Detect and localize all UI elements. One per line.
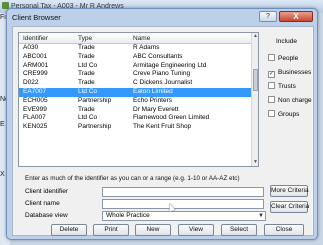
checkbox-label: Trusts xyxy=(278,83,296,90)
database-view-select[interactable]: Whole Practice ▼ xyxy=(102,211,266,221)
row-name: The Kent Fruit Shop xyxy=(133,123,192,131)
checkbox-non-charge[interactable]: Non charge xyxy=(268,96,312,105)
checkbox-label: Non charge xyxy=(278,97,312,104)
row-name: Eaton Limited xyxy=(133,87,173,95)
list-row[interactable]: D022 Trade C Dickens Journalist xyxy=(19,79,252,88)
scroll-up-arrow-icon[interactable]: ▲ xyxy=(252,33,258,40)
list-rows: A030 Trade R Adams ABC001 Trade ABC Consulta… xyxy=(19,44,252,132)
row-name: C Dickens Journalist xyxy=(133,79,193,87)
row-type: Ltd Co xyxy=(78,114,98,122)
row-identifier: A030 xyxy=(23,44,39,51)
checkbox-box[interactable] xyxy=(268,82,275,89)
client-name-label: Client name xyxy=(25,200,60,207)
row-identifier: EVE999 xyxy=(23,105,47,113)
checkmark-icon[interactable]: ✓ xyxy=(268,71,275,78)
row-type: Trade xyxy=(78,52,95,60)
row-identifier: CRE999 xyxy=(23,70,48,78)
client-list[interactable]: Identifier Type Name A030 Trade R Adams AB… xyxy=(18,32,259,167)
close-window-button[interactable]: X xyxy=(279,11,313,22)
checkbox-label: Groups xyxy=(278,111,300,118)
list-row[interactable]: ECH005 Partnership Echo Printers xyxy=(19,97,252,106)
new-button[interactable]: New xyxy=(135,224,171,236)
scroll-down-arrow-icon[interactable]: ▼ xyxy=(252,159,258,166)
row-identifier: ECH005 xyxy=(23,96,48,104)
column-header-identifier[interactable]: Identifier xyxy=(23,35,48,42)
search-hint: Enter as much of the identifier as you c… xyxy=(25,175,240,182)
client-name-input[interactable] xyxy=(102,199,264,209)
background-menu-fragment[interactable]: X xyxy=(0,171,5,178)
row-type: Partnership xyxy=(78,123,112,131)
checkbox-box[interactable] xyxy=(268,96,275,103)
checkbox-groups[interactable]: Groups xyxy=(268,110,299,119)
checkbox-box[interactable] xyxy=(268,54,275,61)
list-row[interactable]: ABC001 Trade ABC Consultants xyxy=(19,53,252,62)
more-criteria-button[interactable]: More Criteria xyxy=(270,185,309,197)
row-name: R Adams xyxy=(133,44,160,51)
checkbox-label: Businesses xyxy=(278,69,312,76)
clear-criteria-button[interactable]: Clear Criteria xyxy=(270,201,309,213)
help-button[interactable]: ? xyxy=(259,11,277,22)
dialog-title: Client Browser xyxy=(12,13,61,22)
row-type: Trade xyxy=(78,79,95,87)
checkbox-people[interactable]: People xyxy=(268,54,298,63)
row-identifier: ABC001 xyxy=(23,52,48,60)
background-menu-fragment[interactable]: E xyxy=(0,121,5,128)
select-button[interactable]: Select xyxy=(221,224,257,236)
row-identifier: ARM001 xyxy=(23,61,49,69)
checkbox-label: People xyxy=(278,55,299,62)
row-name: Armitage Engineering Ltd xyxy=(133,61,207,69)
delete-button[interactable]: Delete xyxy=(51,224,87,236)
list-row[interactable]: CRE999 Trade Creve Piano Tuning xyxy=(19,70,252,79)
row-name: ABC Consultants xyxy=(133,52,183,60)
column-header-type[interactable]: Type xyxy=(78,35,92,42)
row-name: Flamewood Green Limited xyxy=(133,114,210,122)
list-header: Identifier Type Name xyxy=(19,33,252,44)
include-label: Include xyxy=(276,38,297,45)
database-view-value: Whole Practice xyxy=(106,212,150,219)
print-button[interactable]: Print xyxy=(93,224,129,236)
row-type: Trade xyxy=(78,105,95,113)
list-row-selected[interactable]: EA7007 Ltd Co Eaton Limited xyxy=(19,87,252,97)
close-button[interactable]: Close xyxy=(264,224,304,236)
list-row[interactable]: EVE999 Trade Dr Mary Everett xyxy=(19,106,252,115)
row-name: Echo Printers xyxy=(133,96,173,104)
row-type: Trade xyxy=(78,70,95,78)
row-type: Partnership xyxy=(78,96,112,104)
view-button[interactable]: View xyxy=(178,224,214,236)
scroll-thumb[interactable] xyxy=(253,69,258,91)
list-row[interactable]: ARM001 Ltd Co Armitage Engineering Ltd xyxy=(19,62,252,71)
list-row[interactable]: A030 Trade R Adams xyxy=(19,44,252,53)
row-type: Ltd Co xyxy=(78,87,98,95)
dropdown-arrow-icon[interactable]: ▼ xyxy=(258,212,264,220)
checkbox-trusts[interactable]: Trusts xyxy=(268,82,296,91)
row-identifier: KEN025 xyxy=(23,123,48,131)
row-identifier: D022 xyxy=(23,79,39,87)
database-view-label: Database view xyxy=(25,212,68,219)
checkbox-box[interactable] xyxy=(268,110,275,117)
column-header-name[interactable]: Name xyxy=(133,35,150,42)
list-scrollbar[interactable]: ▲ ▼ xyxy=(251,33,258,166)
checkbox-businesses[interactable]: ✓ Businesses xyxy=(268,68,312,78)
client-identifier-label: Client identifier xyxy=(25,188,68,195)
list-row[interactable]: FLA007 Ltd Co Flamewood Green Limited xyxy=(19,114,252,123)
row-identifier: FLA007 xyxy=(23,114,46,122)
dialog-content: Identifier Type Name A030 Trade R Adams AB… xyxy=(12,26,314,236)
row-type: Ltd Co xyxy=(78,61,98,69)
list-row[interactable]: KEN025 Partnership The Kent Fruit Shop xyxy=(19,123,252,132)
row-type: Trade xyxy=(78,44,95,51)
client-identifier-input[interactable] xyxy=(102,187,264,197)
row-identifier: EA7007 xyxy=(23,87,47,95)
row-name: Creve Piano Tuning xyxy=(133,70,191,78)
row-name: Dr Mary Everett xyxy=(133,105,179,113)
client-browser-dialog: Client Browser ? X Identifier Type Name … xyxy=(6,8,318,240)
background-menu-fragment[interactable]: Fi xyxy=(0,14,6,21)
